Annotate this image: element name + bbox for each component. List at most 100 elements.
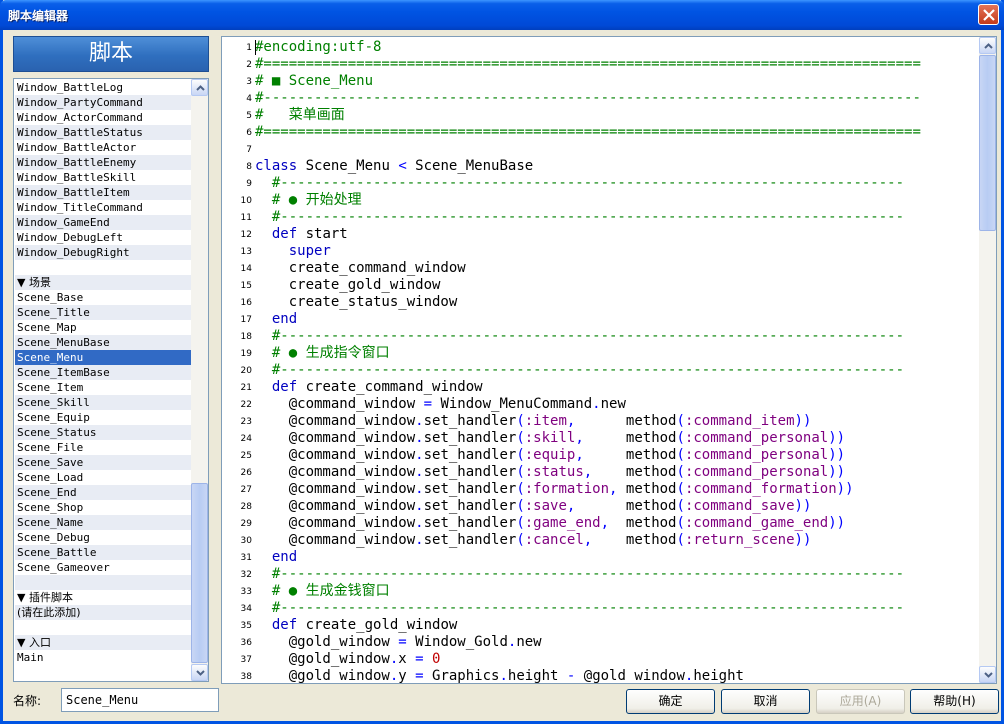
script-list-item[interactable]: Window_DebugRight (15, 245, 191, 260)
script-list-item[interactable]: Scene_Shop (15, 500, 191, 515)
script-list[interactable]: Window_BattleLog Window_PartyCommand Windo… (13, 78, 209, 682)
list-spacer[interactable] (15, 575, 191, 590)
code-line[interactable]: 33 # ● 生成金钱窗口 (222, 583, 978, 600)
code-line[interactable]: 6 #======================================… (222, 124, 978, 141)
script-list-item[interactable]: Scene_Name (15, 515, 191, 530)
scroll-down-button[interactable] (191, 664, 208, 681)
code-token: @command_window (255, 464, 416, 480)
code-line[interactable]: 38 @gold_window.y = Graphics.height - @g… (222, 668, 978, 683)
code-line[interactable]: 11 #------------------------------------… (222, 209, 978, 226)
apply-button[interactable]: 应用(A) (816, 689, 905, 714)
code-line[interactable]: 37 @gold_window.x = 0 (222, 651, 978, 668)
code-line[interactable]: 17 end (222, 311, 978, 328)
script-list-item[interactable]: Scene_ItemBase (15, 365, 191, 380)
script-group-header[interactable]: ▼ 入口 (15, 635, 191, 650)
code-line[interactable]: 23 @command_window.set_handler(:item, me… (222, 413, 978, 430)
script-group-header[interactable]: ▼ 插件脚本 (15, 590, 191, 605)
help-button[interactable]: 帮助(H) (910, 689, 999, 714)
code-line[interactable]: 21 def create_command_window (222, 379, 978, 396)
name-field[interactable]: Scene_Menu (61, 688, 219, 712)
script-group-header[interactable]: (请在此添加) (15, 605, 191, 620)
close-button[interactable] (978, 4, 999, 25)
ok-button[interactable]: 确定 (626, 689, 715, 714)
script-list-scrollbar[interactable] (191, 79, 208, 681)
line-number: 5 (246, 111, 252, 121)
script-list-item[interactable]: Window_PartyCommand (15, 95, 191, 110)
script-list-item[interactable]: Window_DebugLeft (15, 230, 191, 245)
code-line[interactable]: 2 #======================================… (222, 56, 978, 73)
code-line[interactable]: 29 @command_window.set_handler(:game_end… (222, 515, 978, 532)
code-line[interactable]: 7 (222, 141, 978, 158)
code-line[interactable]: 5 # 菜单画面 (222, 107, 978, 124)
code-line[interactable]: 32 #------------------------------------… (222, 566, 978, 583)
code-line[interactable]: 24 @command_window.set_handler(:skill, m… (222, 430, 978, 447)
script-list-item[interactable]: Scene_End (15, 485, 191, 500)
code-line[interactable]: 25 @command_window.set_handler(:equip, m… (222, 447, 978, 464)
line-number: 12 (240, 230, 252, 240)
code-line[interactable]: 3 # ■ Scene_Menu (222, 73, 978, 90)
scroll-up-button[interactable] (191, 79, 208, 96)
code-line[interactable]: 14 create_command_window (222, 260, 978, 277)
script-list-item[interactable]: Window_BattleItem (15, 185, 191, 200)
script-list-item[interactable]: Window_BattleEnemy (15, 155, 191, 170)
script-list-item[interactable]: Scene_Gameover (15, 560, 191, 575)
code-line[interactable]: 4 #--------------------------------------… (222, 90, 978, 107)
code-line[interactable]: 19 # ● 生成指令窗口 (222, 345, 978, 362)
editor-scrollbar[interactable] (979, 37, 996, 683)
script-list-item[interactable]: Scene_Battle (15, 545, 191, 560)
cancel-button[interactable]: 取消 (721, 689, 810, 714)
list-spacer[interactable] (15, 620, 191, 635)
code-line[interactable]: 22 @command_window = Window_MenuCommand.… (222, 396, 978, 413)
script-list-item[interactable]: Window_BattleActor (15, 140, 191, 155)
line-content: def start (255, 226, 348, 243)
script-list-item[interactable]: Scene_MenuBase (15, 335, 191, 350)
scroll-thumb[interactable] (979, 55, 996, 231)
script-list-item[interactable]: Window_BattleStatus (15, 125, 191, 140)
title-bar[interactable]: 脚本编辑器 (0, 0, 1004, 30)
code-token: @command_window (255, 447, 416, 463)
script-list-item[interactable]: Scene_Item (15, 380, 191, 395)
script-list-item[interactable]: Scene_Status (15, 425, 191, 440)
script-list-item[interactable]: Scene_Skill (15, 395, 191, 410)
script-list-item[interactable]: Scene_Base (15, 290, 191, 305)
code-line[interactable]: 1 #encoding:utf-8 (222, 39, 978, 56)
code-line[interactable]: 31 end (222, 549, 978, 566)
code-line[interactable]: 12 def start (222, 226, 978, 243)
script-list-item[interactable]: Window_BattleLog (15, 80, 191, 95)
code-line[interactable]: 16 create_status_window (222, 294, 978, 311)
list-spacer[interactable] (15, 260, 191, 275)
script-list-item[interactable]: Scene_File (15, 440, 191, 455)
script-group-header[interactable]: ▼ 场景 (15, 275, 191, 290)
code-line[interactable]: 10 # ● 开始处理 (222, 192, 978, 209)
script-list-item[interactable]: Scene_Load (15, 470, 191, 485)
code-line[interactable]: 20 #------------------------------------… (222, 362, 978, 379)
script-list-item[interactable]: Scene_Debug (15, 530, 191, 545)
code-line[interactable]: 35 def create_gold_window (222, 617, 978, 634)
code-line[interactable]: 13 super (222, 243, 978, 260)
script-list-item[interactable]: Scene_Menu (15, 350, 191, 365)
code-line[interactable]: 34 #------------------------------------… (222, 600, 978, 617)
scroll-up-button[interactable] (979, 37, 996, 54)
code-line[interactable]: 26 @command_window.set_handler(:status, … (222, 464, 978, 481)
script-list-item[interactable]: Scene_Save (15, 455, 191, 470)
script-list-item[interactable]: Window_TitleCommand (15, 200, 191, 215)
code-line[interactable]: 15 create_gold_window (222, 277, 978, 294)
code-line[interactable]: 28 @command_window.set_handler(:save, me… (222, 498, 978, 515)
script-list-item[interactable]: Main (15, 650, 191, 665)
code-line[interactable]: 36 @gold_window = Window_Gold.new (222, 634, 978, 651)
script-list-item[interactable]: Window_BattleSkill (15, 170, 191, 185)
scroll-thumb[interactable] (191, 483, 208, 663)
code-line[interactable]: 30 @command_window.set_handler(:cancel, … (222, 532, 978, 549)
code-line[interactable]: 8 class Scene_Menu < Scene_MenuBase (222, 158, 978, 175)
scroll-down-button[interactable] (979, 666, 996, 683)
script-list-item[interactable]: Scene_Equip (15, 410, 191, 425)
code-token: = (423, 396, 433, 412)
code-line[interactable]: 18 #------------------------------------… (222, 328, 978, 345)
script-list-item[interactable]: Window_ActorCommand (15, 110, 191, 125)
script-list-item[interactable]: Scene_Map (15, 320, 191, 335)
code-line[interactable]: 27 @command_window.set_handler(:formatio… (222, 481, 978, 498)
code-line[interactable]: 9 #-------------------------------------… (222, 175, 978, 192)
script-list-item[interactable]: Window_GameEnd (15, 215, 191, 230)
code-editor[interactable]: 1 #encoding:utf-8 2 #======================… (221, 36, 997, 684)
script-list-item[interactable]: Scene_Title (15, 305, 191, 320)
